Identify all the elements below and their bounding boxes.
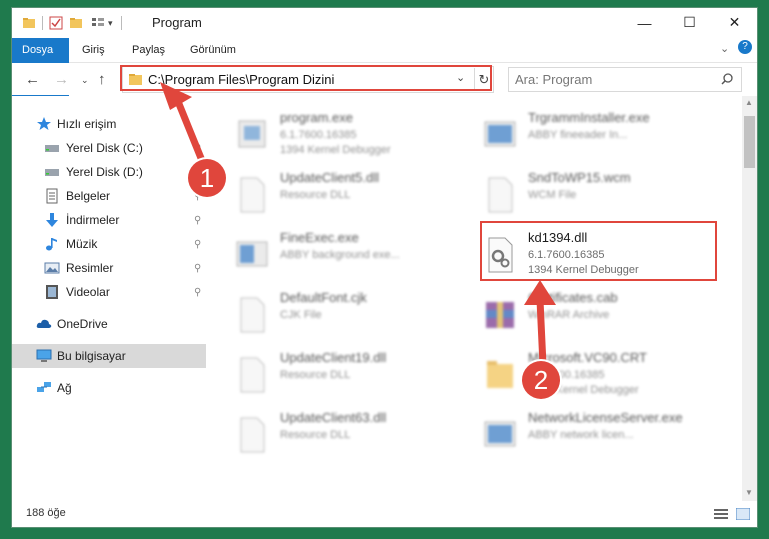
arrow-2 <box>536 296 547 369</box>
arrowhead-1 <box>160 82 192 110</box>
annotation-arrows <box>160 82 556 369</box>
step-badge-1: 1 <box>188 159 226 197</box>
step-badge-2: 2 <box>522 361 560 399</box>
arrow-1 <box>171 90 209 172</box>
arrowhead-2 <box>524 280 556 305</box>
